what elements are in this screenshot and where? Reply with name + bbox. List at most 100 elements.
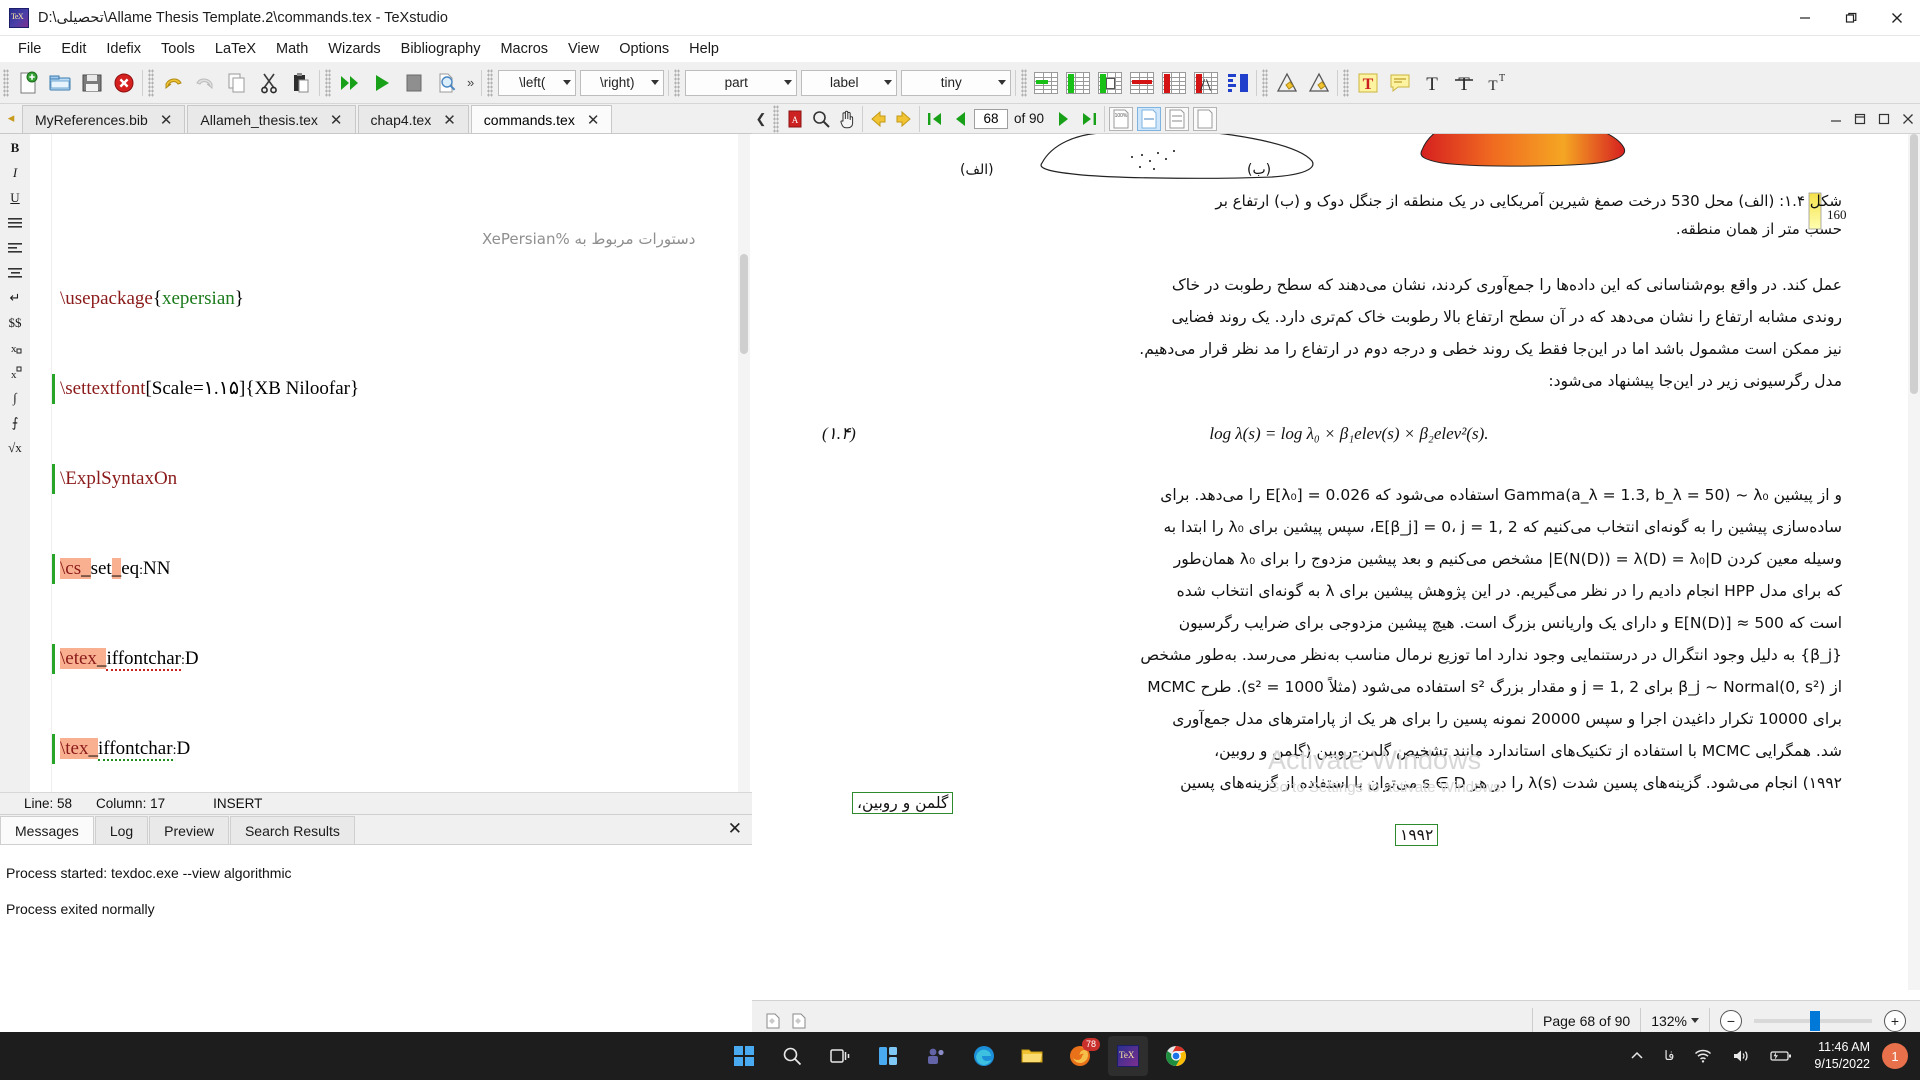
close-document-icon[interactable]: [108, 67, 140, 99]
superscript2-icon[interactable]: x: [4, 363, 26, 383]
editor-tab-myreferences[interactable]: MyReferences.bib ✕: [22, 105, 186, 133]
close-panel-icon[interactable]: ✕: [728, 819, 742, 839]
sqrt-icon[interactable]: √x: [4, 438, 26, 458]
new-document-icon[interactable]: [12, 67, 44, 99]
font-size-combo[interactable]: tiny: [901, 69, 1012, 96]
open-document-icon[interactable]: [44, 67, 76, 99]
editor-scrollbar[interactable]: [738, 134, 750, 792]
editor-scrollbar-thumb[interactable]: [740, 254, 748, 354]
page-number-input[interactable]: 68: [974, 108, 1008, 129]
first-page-icon[interactable]: [922, 106, 948, 132]
undo-icon[interactable]: [157, 67, 189, 99]
texstudio-taskbar-icon[interactable]: TeX: [1108, 1036, 1148, 1076]
view-log-icon[interactable]: [430, 67, 462, 99]
notification-badge[interactable]: 1: [1882, 1043, 1908, 1069]
editor-tab-commands[interactable]: commands.tex ✕: [470, 105, 613, 133]
bold-button[interactable]: B: [4, 138, 26, 158]
fit-page-icon[interactable]: [1137, 106, 1162, 131]
insert-column-left-icon[interactable]: [1062, 67, 1094, 99]
wifi-icon[interactable]: [1684, 1032, 1722, 1080]
toolbar-grip-8[interactable]: [1343, 68, 1350, 97]
magnify-icon[interactable]: [808, 106, 834, 132]
close-tab-icon-3[interactable]: ✕: [443, 111, 456, 129]
subscript-icon[interactable]: x: [4, 338, 26, 358]
menu-macros[interactable]: Macros: [490, 38, 558, 60]
paste-column-icon[interactable]: [1094, 67, 1126, 99]
close-tab-icon-4[interactable]: ✕: [587, 111, 600, 129]
text-tool-icon[interactable]: T: [1416, 67, 1448, 99]
toolbar-grip-7[interactable]: [1262, 68, 1269, 97]
menu-idefix[interactable]: Idefix: [96, 38, 151, 60]
stop-icon[interactable]: [398, 67, 430, 99]
pdf-scrollbar-thumb[interactable]: [1910, 134, 1918, 394]
editor-tab-allameh-thesis[interactable]: Allameh_thesis.tex ✕: [187, 105, 356, 133]
forward-arrow-icon[interactable]: [891, 106, 917, 132]
compile-icon[interactable]: [366, 67, 398, 99]
menu-help[interactable]: Help: [679, 38, 729, 60]
menu-bibliography[interactable]: Bibliography: [391, 38, 491, 60]
search-icon[interactable]: [772, 1036, 812, 1076]
list-icon[interactable]: [4, 213, 26, 233]
strike-text-icon[interactable]: T: [1448, 67, 1480, 99]
volume-icon[interactable]: [1722, 1032, 1760, 1080]
maximize-pdf-icon[interactable]: [1872, 107, 1896, 131]
pdf-annotation-icon[interactable]: [760, 1008, 786, 1034]
pdf-page-content[interactable]: 160 (الف) (ب) شکل ۱.۴: (الف) محل 530 درخ…: [752, 134, 1908, 990]
toolbar-grip-3[interactable]: [325, 68, 331, 97]
left-delimiter-combo[interactable]: \left(: [498, 69, 577, 96]
language-indicator[interactable]: فا: [1654, 1032, 1684, 1080]
hand-tool-icon[interactable]: [834, 106, 860, 132]
section-level-combo[interactable]: part: [685, 69, 798, 96]
align-left-icon[interactable]: [4, 238, 26, 258]
toolbar-grip[interactable]: [3, 68, 9, 97]
superscript-icon[interactable]: TT: [1480, 67, 1512, 99]
integral-icon[interactable]: ∫: [4, 388, 26, 408]
fit-width-icon[interactable]: 100%: [1109, 106, 1134, 131]
clock[interactable]: 11:46 AM 9/15/2022: [1802, 1039, 1882, 1073]
firefox-icon[interactable]: 78: [1060, 1036, 1100, 1076]
close-tab-icon-2[interactable]: ✕: [330, 111, 343, 129]
menu-view[interactable]: View: [558, 38, 609, 60]
pdf-toolbar-grip[interactable]: [773, 104, 779, 133]
menu-edit[interactable]: Edit: [51, 38, 96, 60]
math-warning-icon[interactable]: [1271, 67, 1303, 99]
edge-icon[interactable]: [964, 1036, 1004, 1076]
math-mode-button[interactable]: $$: [4, 313, 26, 333]
sum-icon[interactable]: ⨍: [4, 413, 26, 433]
editor-tab-chap4[interactable]: chap4.tex ✕: [357, 105, 469, 133]
pdf-scrollbar[interactable]: [1908, 134, 1920, 990]
tab-log[interactable]: Log: [94, 816, 149, 844]
pdf-annotation2-icon[interactable]: [786, 1008, 812, 1034]
italic-button[interactable]: I: [4, 163, 26, 183]
paste-icon[interactable]: [285, 67, 317, 99]
minimize-pdf-icon[interactable]: [1824, 107, 1848, 131]
align-columns-icon[interactable]: [1222, 67, 1254, 99]
newline-icon[interactable]: ↵: [4, 288, 26, 308]
teams-icon[interactable]: [916, 1036, 956, 1076]
toolbar-grip-2[interactable]: [148, 68, 154, 97]
restore-pdf-icon[interactable]: [1848, 107, 1872, 131]
menu-file[interactable]: File: [8, 38, 51, 60]
tab-preview[interactable]: Preview: [149, 816, 229, 844]
close-pdf-icon[interactable]: [1896, 107, 1920, 131]
chrome-icon[interactable]: [1156, 1036, 1196, 1076]
back-arrow-icon[interactable]: [865, 106, 891, 132]
minimize-button[interactable]: [1782, 0, 1828, 36]
toolbar-grip-5[interactable]: [674, 68, 681, 97]
menu-wizards[interactable]: Wizards: [318, 38, 390, 60]
zoom-out-icon[interactable]: −: [1720, 1009, 1742, 1032]
insert-table-row-above-icon[interactable]: [1030, 67, 1062, 99]
big-text-icon[interactable]: T: [1352, 67, 1384, 99]
tab-messages[interactable]: Messages: [0, 816, 94, 844]
last-page-icon[interactable]: [1076, 106, 1102, 132]
open-pdf-icon[interactable]: A: [782, 106, 808, 132]
tab-scroll-left-icon[interactable]: ◂: [0, 103, 22, 133]
zoom-slider[interactable]: [1754, 1010, 1872, 1031]
save-icon[interactable]: [76, 67, 108, 99]
zoom-in-icon[interactable]: +: [1884, 1009, 1906, 1032]
comment-icon[interactable]: [1384, 67, 1416, 99]
tab-search-results[interactable]: Search Results: [229, 816, 355, 844]
right-delimiter-combo[interactable]: \right): [580, 69, 665, 96]
build-and-view-icon[interactable]: [334, 67, 366, 99]
code-editor[interactable]: B I U ↵ $$ x x ∫ ⨍ √x دستورات مربوط به %…: [0, 134, 752, 792]
